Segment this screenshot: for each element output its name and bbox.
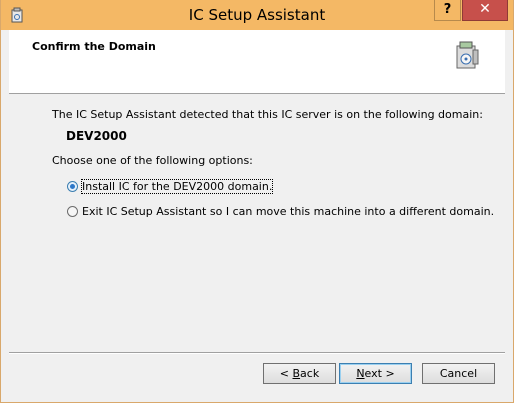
page-title: Confirm the Domain [32,40,156,53]
cancel-button[interactable]: Cancel [422,363,495,384]
setup-window: IC Setup Assistant ? ✕ Confirm the Domai… [0,0,514,403]
footer-separator [9,352,505,354]
option-label: Install IC for the DEV2000 domain. [80,178,274,194]
option-install-domain[interactable]: Install IC for the DEV2000 domain. [67,178,274,194]
option-label: Exit IC Setup Assistant so I can move th… [82,204,495,218]
help-button[interactable]: ? [434,0,461,21]
domain-name: DEV2000 [66,129,127,143]
back-button[interactable]: < Back [263,363,336,384]
option-exit-assistant[interactable]: Exit IC Setup Assistant so I can move th… [67,203,494,219]
next-button[interactable]: Next > [339,363,412,384]
title-bar[interactable]: IC Setup Assistant ? ✕ [1,0,513,30]
dialog-client-area: Confirm the Domain The IC Setup Assistan… [9,30,505,395]
wizard-header: Confirm the Domain [9,30,505,94]
close-button[interactable]: ✕ [462,0,508,21]
radio-button-selected[interactable] [67,180,78,192]
radio-button[interactable] [67,205,78,217]
choose-options-text: Choose one of the following options: [52,154,253,167]
setup-box-icon [456,41,479,69]
detected-domain-text: The IC Setup Assistant detected that thi… [52,108,483,121]
